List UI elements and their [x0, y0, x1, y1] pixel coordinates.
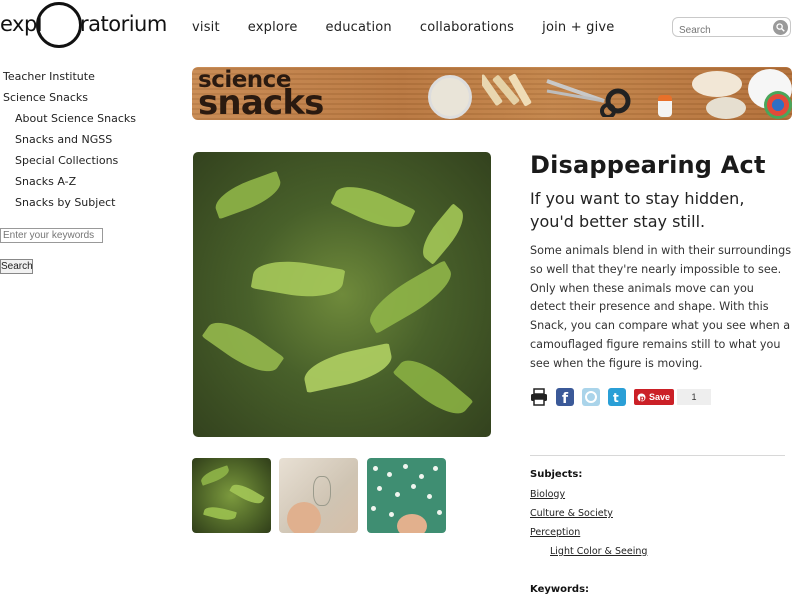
delicious-icon[interactable] [582, 388, 600, 406]
twine-spool-image [692, 71, 742, 97]
rubber-bands-bowl-image [428, 75, 472, 119]
thumbnail-hand-figure[interactable] [279, 458, 358, 533]
pattern-dot [411, 484, 416, 489]
glue-bottle-image [658, 95, 672, 117]
leaf-shape [361, 260, 460, 334]
pinterest-icon: p [637, 393, 646, 402]
leaf-shape [300, 342, 396, 394]
save-count: 1 [677, 389, 711, 405]
logo-text-right: ratorium [80, 12, 167, 36]
keyword-search-input[interactable] [0, 228, 103, 243]
share-bar: f t p Save 1 [530, 388, 711, 407]
page-description: Some animals blend in with their surroun… [530, 244, 792, 370]
subjects-divider [530, 455, 785, 456]
leaf-shape [414, 203, 472, 265]
exploratorium-logo[interactable]: expl ratorium [0, 2, 167, 48]
header-search [672, 17, 791, 40]
twitter-icon[interactable]: t [608, 388, 626, 406]
facebook-icon[interactable]: f [556, 388, 574, 407]
sidebar-item-about-snacks[interactable]: About Science Snacks [0, 112, 160, 133]
marbles-image [764, 91, 792, 119]
logo-ring [36, 2, 82, 48]
thumbnail-leaves[interactable] [192, 458, 271, 533]
svg-text:p: p [640, 394, 645, 402]
subject-link-perception[interactable]: Perception [530, 527, 580, 538]
keywords-heading: Keywords: [530, 584, 590, 595]
top-nav: visit explore education collaborations j… [192, 20, 643, 35]
science-snacks-banner: science snacks [192, 67, 792, 120]
search-icon[interactable] [773, 20, 788, 35]
banner-title-line2: snacks [198, 83, 324, 120]
page-title: Disappearing Act [530, 151, 766, 179]
save-label: Save [649, 392, 671, 402]
nav-collaborations[interactable]: collaborations [420, 20, 514, 35]
thumbnail-dotted-pattern[interactable] [367, 458, 446, 533]
pattern-dot [395, 492, 400, 497]
sidebar: Teacher Institute Science Snacks About S… [0, 70, 160, 274]
subject-link-light-color-seeing[interactable]: Light Color & Seeing [550, 546, 647, 557]
svg-text:f: f [562, 391, 569, 406]
nav-education[interactable]: education [326, 20, 392, 35]
sidebar-item-snacks-by-subject[interactable]: Snacks by Subject [0, 196, 160, 217]
pushpins-bowl-image [706, 97, 746, 119]
pattern-dot [427, 494, 432, 499]
leaf-shape [199, 465, 231, 486]
pattern-dot [377, 486, 382, 491]
pattern-dot [373, 466, 378, 471]
hero-camouflage-image [193, 152, 491, 437]
header-search-input[interactable] [673, 21, 769, 40]
sidebar-item-teacher-institute[interactable]: Teacher Institute [0, 70, 160, 91]
nav-visit[interactable]: visit [192, 20, 220, 35]
sidebar-item-special-collections[interactable]: Special Collections [0, 154, 160, 175]
hand-shape [397, 514, 427, 533]
pattern-dot [387, 472, 392, 477]
subject-link-culture-society[interactable]: Culture & Society [530, 508, 613, 519]
print-icon[interactable] [530, 388, 548, 406]
scissors-image [542, 73, 642, 119]
subjects-heading: Subjects: [530, 469, 583, 480]
pattern-dot [389, 512, 394, 517]
pattern-dot [371, 506, 376, 511]
pattern-dot [403, 464, 408, 469]
leaf-shape [250, 254, 346, 304]
clothespins-image [477, 71, 532, 109]
pattern-dot [437, 510, 442, 515]
sidebar-item-science-snacks[interactable]: Science Snacks [0, 91, 160, 112]
leaf-shape [229, 480, 265, 508]
keyword-search-button[interactable]: Search [0, 259, 33, 274]
page-subtitle: If you want to stay hidden, you'd better… [530, 189, 745, 231]
subject-link-biology[interactable]: Biology [530, 489, 565, 500]
sidebar-item-snacks-a-z[interactable]: Snacks A-Z [0, 175, 160, 196]
leaf-shape [201, 311, 285, 383]
leaf-shape [392, 349, 474, 425]
pinterest-save-button[interactable]: p Save [634, 389, 674, 405]
svg-text:t: t [613, 391, 619, 405]
nav-join-give[interactable]: join + give [542, 20, 614, 35]
sidebar-item-snacks-ngss[interactable]: Snacks and NGSS [0, 133, 160, 154]
leaf-shape [330, 176, 416, 238]
nav-explore[interactable]: explore [248, 20, 298, 35]
leaf-shape [210, 170, 286, 220]
pattern-dot [433, 466, 438, 471]
hand-shape [287, 502, 321, 533]
figure-outline [313, 476, 331, 506]
pattern-dot [419, 474, 424, 479]
leaf-shape [203, 504, 237, 523]
